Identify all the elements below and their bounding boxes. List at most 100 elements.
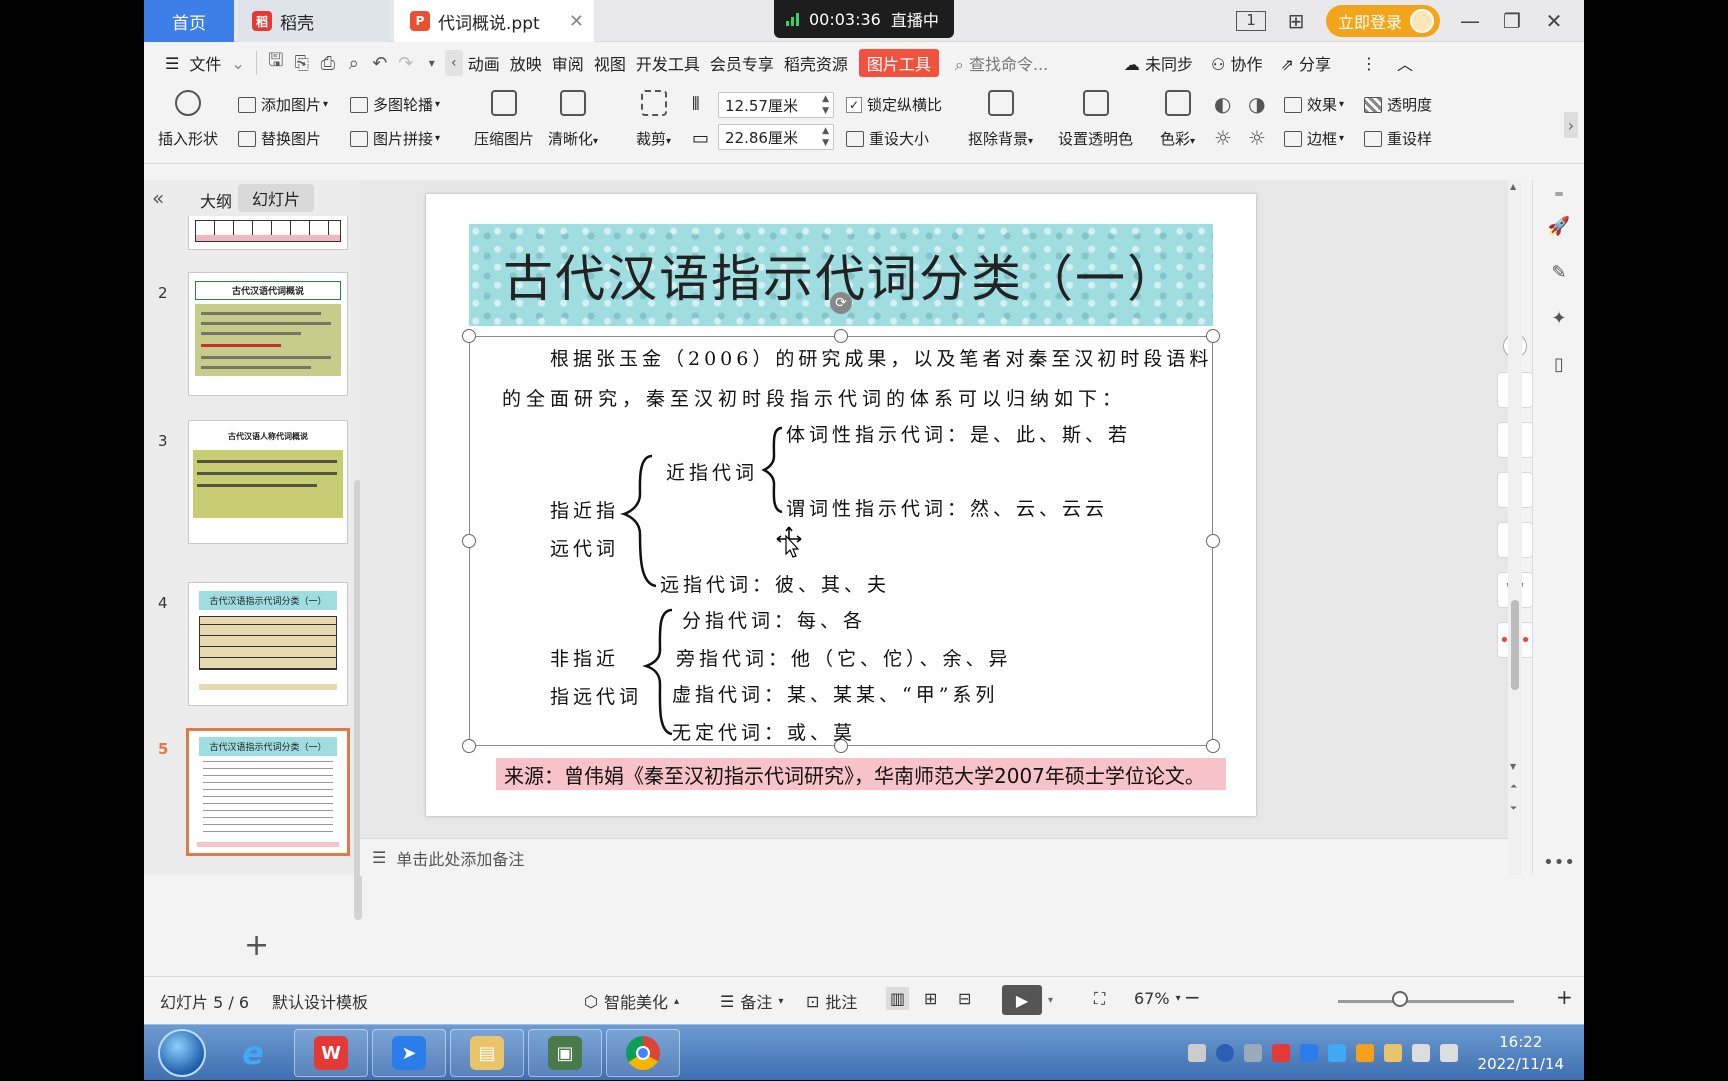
reading-view-icon[interactable]: ⊟ (958, 989, 971, 1008)
collapse-panel-icon[interactable]: « (152, 186, 164, 210)
volume-icon[interactable] (1411, 1044, 1430, 1062)
print-icon[interactable]: ⎙ (315, 50, 341, 76)
unsynced-button[interactable]: ☁ 未同步 (1119, 51, 1198, 75)
fit-window-icon[interactable]: ⛶ (1094, 989, 1105, 1009)
add-picture-button[interactable]: 添加图片 ▾ (238, 94, 328, 115)
replace-picture-button[interactable]: 替换图片 (238, 128, 321, 149)
sharpen-button[interactable]: 清晰化▾ (548, 90, 598, 149)
folder-tray-icon[interactable] (1383, 1044, 1402, 1062)
rocket-icon[interactable]: 🚀 (1547, 214, 1571, 238)
tab-picture-tools[interactable]: 图片工具 (858, 49, 939, 77)
normal-view-icon[interactable]: ▥ (886, 987, 910, 1010)
remove-background-button[interactable]: 抠除背景▾ (968, 90, 1033, 149)
security-tray-icon[interactable] (1355, 1044, 1374, 1062)
collaborate-button[interactable]: ⚇ 协作 (1206, 51, 1267, 75)
compress-picture-button[interactable]: 压缩图片 (474, 90, 534, 149)
scroll-up-icon[interactable]: ▲ (1510, 182, 1516, 191)
menu-review[interactable]: 审阅 (547, 51, 589, 75)
slide-thumbnail-4[interactable]: 古代汉语指示代词分类（一） (188, 582, 348, 706)
scroll-tabs-left-icon[interactable]: ‹ (444, 50, 463, 76)
network-icon[interactable] (1439, 1044, 1458, 1062)
slide-thumbnail-3[interactable]: 古代汉语人称代词概说 (188, 420, 348, 544)
menu-vip[interactable]: 会员专享 (705, 51, 779, 75)
single-window-icon[interactable]: 1 (1235, 11, 1266, 31)
messenger-tray-icon[interactable] (1299, 1044, 1318, 1062)
more-icon[interactable]: ⋮ (1356, 54, 1382, 73)
crop-button[interactable]: 裁剪▾ (636, 90, 671, 149)
decrease-brightness-icon[interactable]: ☼ (1248, 126, 1266, 150)
set-transparent-color-button[interactable]: 设置透明色 (1058, 90, 1133, 149)
print-preview-icon[interactable]: ⌕ (341, 50, 367, 76)
animation-icon[interactable]: ✦ (1547, 306, 1571, 330)
tab-slides[interactable]: 幻灯片 (238, 184, 315, 212)
taskbar-window[interactable]: ▣ (528, 1029, 602, 1077)
reset-size-button[interactable]: 重设大小 (846, 128, 929, 149)
menu-animation[interactable]: 动画 (463, 51, 505, 75)
multi-carousel-button[interactable]: 多图轮播 ▾ (350, 94, 440, 115)
decrease-contrast-icon[interactable]: ◑ (1248, 92, 1265, 116)
menu-slideshow[interactable]: 放映 (505, 51, 547, 75)
effects-button[interactable]: 效果 ▾ (1284, 94, 1344, 115)
chevron-down-icon[interactable]: ⌄ (226, 54, 249, 73)
taskbar-chrome[interactable] (606, 1029, 680, 1077)
reset-style-button[interactable]: 重设样 (1364, 128, 1432, 149)
spinner-arrows-icon[interactable]: ▲ ▼ (822, 125, 829, 149)
design-template-name[interactable]: 默认设计模板 (272, 989, 368, 1013)
zoom-level[interactable]: 67% ▾ (1134, 989, 1181, 1008)
width-field[interactable]: 12.57厘米 ▲ ▼ (718, 92, 834, 118)
close-tab-icon[interactable]: ✕ (569, 11, 584, 32)
app-grid-icon[interactable]: ⊞ (1284, 9, 1308, 33)
tab-home[interactable]: 首页 (144, 0, 234, 42)
previous-slide-icon[interactable]: ⏶ (1510, 782, 1517, 792)
design-icon[interactable]: ✎ (1547, 260, 1571, 284)
tab-daoke[interactable]: 稻 稻壳 (238, 0, 390, 42)
cloud-tray-icon[interactable] (1327, 1044, 1346, 1062)
minimize-icon[interactable]: — (1458, 9, 1482, 33)
lock-ratio-checkbox[interactable]: ✓ 锁定纵横比 (846, 94, 942, 115)
increase-brightness-icon[interactable]: ☼ (1214, 126, 1232, 150)
height-field[interactable]: 22.86厘米 ▲ ▼ (718, 124, 834, 150)
zoom-in-button-icon[interactable]: + (1556, 985, 1573, 1009)
comment-button[interactable]: ⊡ 批注 (806, 989, 857, 1013)
customize-quick-access-icon[interactable]: ▾ (419, 50, 445, 76)
network-sync-icon[interactable] (1243, 1044, 1262, 1062)
clock[interactable]: 16:22 2022/11/14 (1478, 1031, 1564, 1075)
restore-icon[interactable]: ❐ (1500, 9, 1524, 33)
taskbar-ie[interactable]: e (216, 1029, 290, 1077)
add-slide-icon[interactable]: + (244, 928, 269, 963)
next-slide-icon[interactable]: ⏷ (1510, 804, 1517, 814)
scrollbar-thumb[interactable] (1511, 600, 1519, 690)
collapse-ribbon-icon[interactable]: ︿ (1392, 51, 1418, 75)
redo-icon[interactable]: ↷ (393, 50, 419, 76)
command-search[interactable]: ⌕ 查找命令... (955, 51, 1089, 75)
sidebar-more-icon[interactable]: ••• (1543, 850, 1575, 874)
live-stream-indicator[interactable]: 00:03:36 直播中 (774, 0, 954, 38)
picture-stitch-button[interactable]: 图片拼接 ▾ (350, 128, 440, 149)
tab-outline[interactable]: 大纲 (194, 186, 238, 214)
play-slideshow-button[interactable]: ▶ ▾ (1002, 985, 1053, 1015)
close-window-icon[interactable]: ✕ (1542, 9, 1566, 33)
keyboard-icon[interactable] (1187, 1044, 1206, 1062)
color-button[interactable]: 色彩▾ (1160, 90, 1195, 149)
hamburger-icon[interactable]: ☰ (160, 54, 184, 73)
border-button[interactable]: 边框 ▾ (1284, 128, 1344, 149)
zoom-slider[interactable] (1338, 1000, 1514, 1003)
login-button[interactable]: 立即登录 (1325, 5, 1440, 37)
ribbon-scroll-right-icon[interactable]: › (1564, 112, 1578, 138)
slide-thumbnail-1-partial[interactable] (188, 216, 348, 250)
reading-icon[interactable]: ▯ (1547, 352, 1571, 376)
menu-daoke-resources[interactable]: 稻壳资源 (779, 51, 853, 75)
spinner-arrows-icon[interactable]: ▲ ▼ (822, 93, 829, 117)
scroll-down-icon[interactable]: ▼ (1510, 762, 1516, 771)
taskbar-feishu[interactable]: ➤ (372, 1029, 446, 1077)
taskbar-explorer[interactable]: ▤ (450, 1029, 524, 1077)
insert-shape-button[interactable]: 插入形状 (158, 90, 218, 149)
slide-sorter-icon[interactable]: ⊞ (924, 989, 937, 1008)
tab-document[interactable]: P 代词概说.ppt ✕ (394, 0, 594, 42)
notes-pane[interactable]: ☰ 单击此处添加备注 (360, 838, 1508, 876)
notes-toggle-button[interactable]: ☰ 备注 ▾ (720, 989, 783, 1013)
taskbar-wps[interactable]: W (294, 1029, 368, 1077)
zoom-out-icon[interactable]: − (1184, 985, 1201, 1009)
save-icon[interactable]: 🖫 (263, 50, 289, 76)
slide-thumbnail-5[interactable]: 古代汉语指示代词分类（一） (186, 728, 350, 856)
